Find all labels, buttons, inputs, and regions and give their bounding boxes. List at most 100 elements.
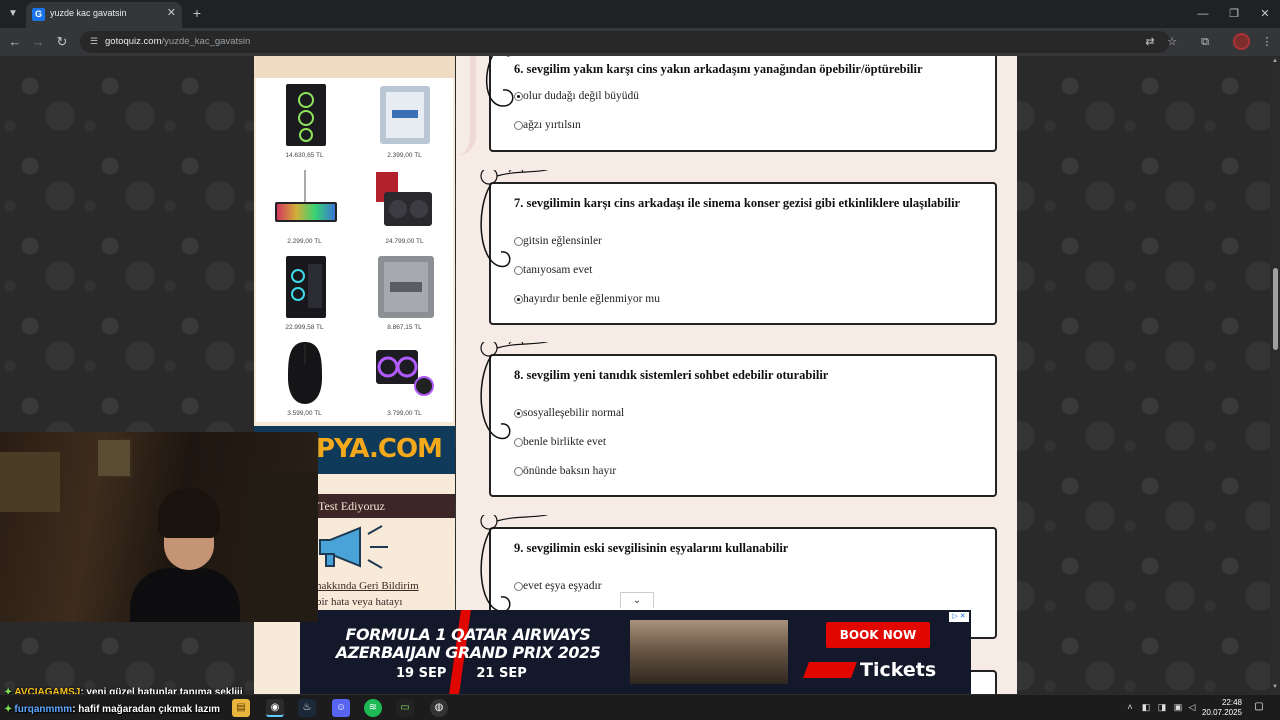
product-tile[interactable]: 22.999,58 TL xyxy=(256,250,353,335)
address-bar[interactable]: ☰ gotoquiz.com/yuzde_kac_gavatsin xyxy=(80,31,1170,53)
scroll-up-icon[interactable]: ▲ xyxy=(1271,58,1279,64)
product-ad-grid[interactable]: 14.630,65 TL 2.399,00 TL 2.299,00 TL 24.… xyxy=(256,78,453,422)
feedback-text: bir hata veya hatayı xyxy=(316,596,403,608)
product-price: 3.799,00 TL xyxy=(387,410,422,417)
bookmark-star-icon[interactable]: ☆ xyxy=(1164,34,1180,50)
amd-cpu-icon xyxy=(378,256,434,318)
radio-button[interactable] xyxy=(514,266,523,275)
new-tab-icon[interactable]: + xyxy=(188,4,206,22)
megaphone-icon xyxy=(319,525,388,569)
mouse-icon xyxy=(288,342,322,404)
system-clock[interactable]: 22:48 20.07.2025 xyxy=(1200,698,1242,718)
graphics-card-icon xyxy=(376,172,432,226)
webcam-background-poster xyxy=(96,438,132,478)
question-card-6: 6. sevgilim yakın karşı cins yakın arkad… xyxy=(486,56,997,152)
product-tile[interactable]: 14.630,65 TL xyxy=(256,78,353,163)
scroll-down-icon[interactable]: ▼ xyxy=(1271,684,1279,690)
question-card-7: 7. sevgilimin karşı cins arkadaşı ile si… xyxy=(480,170,997,325)
sidebar-ad-text: PYA.COM xyxy=(316,434,443,464)
ad-choices-icon[interactable]: ▷ ✕ xyxy=(949,612,969,622)
sidebar-header-strip xyxy=(254,56,455,78)
radio-button[interactable] xyxy=(514,295,523,304)
tray-app-icon[interactable]: ◧ xyxy=(1140,701,1152,713)
tray-app-icon[interactable]: ◨ xyxy=(1156,701,1168,713)
site-info-icon[interactable]: ☰ xyxy=(88,35,100,47)
radio-button[interactable] xyxy=(514,92,523,101)
gotoquiz-favicon-icon: G xyxy=(32,8,45,21)
translate-icon[interactable]: ⇄ xyxy=(1142,34,1158,50)
book-now-button[interactable]: BOOK NOW xyxy=(826,622,930,648)
feedback-link[interactable]: hakkında Geri Bildirim xyxy=(316,580,419,592)
file-explorer-icon[interactable]: ▤ xyxy=(232,699,250,717)
product-tile[interactable]: 8.867,15 TL xyxy=(356,250,453,335)
intel-cpu-icon xyxy=(380,86,430,144)
product-tile[interactable]: 3.599,00 TL xyxy=(256,336,353,421)
product-price: 24.799,00 TL xyxy=(385,238,424,245)
product-price: 14.630,65 TL xyxy=(285,152,324,159)
radio-button[interactable] xyxy=(514,467,523,476)
obs-icon[interactable]: ◍ xyxy=(430,699,448,717)
spotify-icon[interactable]: ≋ xyxy=(364,699,382,717)
ad-collapse-chevron-icon[interactable]: ⌄ xyxy=(620,592,654,608)
tab-title: yuzde kac gavatsin xyxy=(50,8,127,18)
steam-icon[interactable]: ♨ xyxy=(298,699,316,717)
tab-close-icon[interactable]: ✕ xyxy=(167,6,176,19)
webcam-overlay xyxy=(0,432,318,622)
minimize-icon[interactable]: — xyxy=(1188,0,1218,28)
pc-case-icon xyxy=(286,256,326,318)
restore-icon[interactable]: ❐ xyxy=(1219,0,1249,28)
browser-toolbar: ← → ↻ ☰ gotoquiz.com/yuzde_kac_gavatsin … xyxy=(0,28,1280,56)
question-title: 9. sevgilimin eski sevgilisinin eşyaları… xyxy=(514,541,789,555)
f1-tickets-logo: Tickets xyxy=(803,659,936,681)
network-icon[interactable]: ▣ xyxy=(1172,701,1184,713)
webcam-background-shelf xyxy=(0,452,60,512)
back-icon[interactable]: ← xyxy=(6,33,24,51)
radio-button[interactable] xyxy=(514,237,523,246)
quiz-content: 6. sevgilim yakın karşı cins yakın arkad… xyxy=(456,56,1017,694)
question-card-8: 8. sevgilim yeni tanıdık sistemleri sohb… xyxy=(480,342,997,497)
terminal-icon[interactable]: ▭ xyxy=(396,699,414,717)
f1-bottom-ad[interactable]: ▷ ✕ FORMULA 1 QATAR AIRWAYS AZERBAIJAN G… xyxy=(300,610,971,694)
radio-button[interactable] xyxy=(514,582,523,591)
discord-icon[interactable]: ☺ xyxy=(332,699,350,717)
f1-dates: 19 SEP 21 SEP xyxy=(396,666,527,681)
scroll-thumb[interactable] xyxy=(1273,268,1278,350)
question-title: 8. sevgilim yeni tanıdık sistemleri sohb… xyxy=(514,368,829,382)
product-tile[interactable]: 3.799,00 TL xyxy=(356,336,453,421)
chat-badge-icon: ✦ xyxy=(4,704,13,715)
active-tab[interactable]: G yuzde kac gavatsin ✕ xyxy=(26,2,182,28)
extensions-icon[interactable]: ⧉ xyxy=(1197,34,1213,50)
f1-race-photo xyxy=(630,620,788,684)
tray-overflow-icon[interactable]: ˄ xyxy=(1124,701,1136,713)
tab-search-icon[interactable]: ▼ xyxy=(4,6,22,22)
chrome-icon[interactable]: ◉ xyxy=(266,699,284,717)
product-price: 2.399,00 TL xyxy=(387,152,422,159)
url-text: gotoquiz.com/yuzde_kac_gavatsin xyxy=(105,36,251,47)
webcam-person-hair xyxy=(158,488,220,538)
product-price: 8.867,15 TL xyxy=(387,324,422,331)
radio-button[interactable] xyxy=(514,409,523,418)
radio-button[interactable] xyxy=(514,121,523,130)
forward-icon[interactable]: → xyxy=(29,33,47,51)
f1-logo-icon xyxy=(803,662,857,678)
reload-icon[interactable]: ↻ xyxy=(53,33,71,51)
question-title: 6. sevgilim yakın karşı cins yakın arkad… xyxy=(514,62,923,76)
notifications-icon[interactable]: ▢ xyxy=(1252,700,1266,714)
liquid-cooler-icon xyxy=(376,350,434,396)
tab-bar: ▼ G yuzde kac gavatsin ✕ + — ❐ ✕ xyxy=(0,0,1280,28)
chat-message: ✦ furqanmmm: hafif mağaradan çıkmak lazım xyxy=(4,704,221,715)
question-title: 7. sevgilimin karşı cins arkadaşı ile si… xyxy=(514,196,961,210)
product-tile[interactable]: 24.799,00 TL xyxy=(356,164,453,249)
product-tile[interactable]: 2.399,00 TL xyxy=(356,78,453,163)
page-scrollbar[interactable]: ▲ ▼ xyxy=(1270,56,1280,694)
browser-menu-icon[interactable]: ⋮ xyxy=(1259,34,1275,50)
window-close-icon[interactable]: ✕ xyxy=(1250,0,1280,28)
product-tile[interactable]: 2.299,00 TL xyxy=(256,164,353,249)
product-price: 2.299,00 TL xyxy=(287,238,322,245)
webcam-chair xyxy=(250,472,318,622)
webcam-person-body xyxy=(130,568,240,622)
product-price: 3.599,00 TL xyxy=(287,410,322,417)
radio-button[interactable] xyxy=(514,438,523,447)
volume-icon[interactable]: ◁ xyxy=(1186,701,1198,713)
profile-avatar[interactable] xyxy=(1233,33,1250,50)
